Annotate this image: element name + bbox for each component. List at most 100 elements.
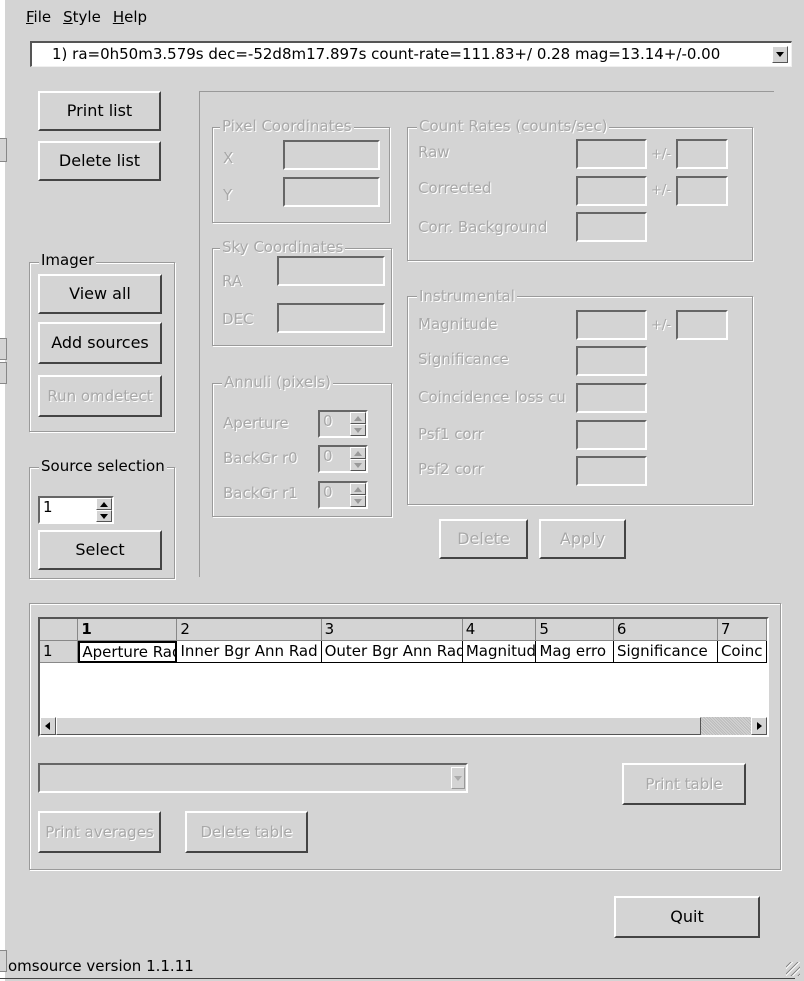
magnitude-pm-label: +/- [651, 318, 671, 333]
x-label: X [223, 149, 234, 167]
window-bottom-border [0, 978, 795, 979]
magnitude-label: Magnitude [418, 315, 498, 333]
scroll-right-icon[interactable] [751, 717, 767, 735]
menu-bar: File Style Help [26, 8, 147, 30]
dec-label: DEC [222, 310, 254, 328]
menu-style[interactable]: Style [63, 8, 101, 30]
bgr-r0-value: 0 [323, 447, 333, 465]
spin-down-icon[interactable] [96, 510, 112, 522]
column-header[interactable]: 3 [321, 619, 463, 641]
corr-background-label: Corr. Background [418, 218, 548, 236]
chevron-down-icon[interactable] [451, 767, 465, 789]
spin-down-icon[interactable] [350, 424, 366, 436]
bgr-r0-label: BackGr r0 [223, 449, 298, 467]
source-selection-spinbox[interactable]: 1 [38, 496, 114, 524]
y-field[interactable] [283, 177, 380, 207]
delete-table-button[interactable]: Delete table [185, 811, 308, 853]
corrected-label: Corrected [418, 179, 492, 197]
bgr-r1-spinbox[interactable]: 0 [318, 481, 368, 509]
psf1-corr-field[interactable] [576, 420, 647, 450]
table-header-row: 1 2 3 4 5 6 7 [40, 619, 767, 641]
results-table: 1 2 3 4 5 6 7 1 Aperture Rad Inner Bgr A… [38, 617, 769, 737]
corrected-field[interactable] [576, 176, 647, 206]
x-field[interactable] [283, 140, 380, 170]
edge-mark [0, 950, 7, 972]
spin-down-icon[interactable] [350, 459, 366, 471]
print-list-button[interactable]: Print list [38, 91, 161, 131]
table-selector-combo[interactable] [38, 763, 468, 793]
corrected-error-field[interactable] [676, 176, 728, 206]
spin-up-icon[interactable] [96, 498, 112, 510]
dec-field[interactable] [277, 303, 385, 333]
raw-field[interactable] [576, 139, 647, 169]
table-cell[interactable]: Mag erro [536, 641, 614, 663]
menu-help[interactable]: Help [113, 8, 147, 30]
instrumental-label: Instrumental [417, 287, 517, 305]
print-averages-button[interactable]: Print averages [38, 811, 161, 853]
add-sources-button[interactable]: Add sources [38, 322, 162, 364]
table-row: 1 Aperture Rad Inner Bgr Ann Rad Outer B… [40, 641, 767, 663]
column-header[interactable]: 6 [613, 619, 718, 641]
scroll-left-icon[interactable] [40, 717, 56, 735]
y-label: Y [223, 186, 233, 204]
column-header[interactable]: 4 [462, 619, 537, 641]
coincidence-loss-label: Coincidence loss cu [418, 388, 566, 406]
table-horizontal-scrollbar[interactable] [40, 717, 767, 735]
source-list-combo[interactable]: 1) ra=0h50m3.579s dec=-52d8m17.897s coun… [30, 41, 792, 67]
chevron-down-icon[interactable] [772, 46, 788, 63]
aperture-spinbox[interactable]: 0 [318, 410, 368, 438]
select-button[interactable]: Select [38, 530, 162, 570]
psf1-corr-label: Psf1 corr [418, 425, 484, 443]
column-header[interactable]: 5 [536, 619, 614, 641]
magnitude-error-field[interactable] [676, 310, 728, 340]
resize-grip-icon[interactable] [786, 962, 800, 976]
sky-coordinates-label: Sky Coordinates [220, 238, 346, 256]
aperture-label: Aperture [223, 414, 289, 432]
edge-mark [0, 362, 7, 384]
corr-background-field[interactable] [576, 212, 647, 242]
bgr-r1-label: BackGr r1 [223, 484, 298, 502]
spin-up-icon[interactable] [350, 483, 366, 495]
table-cell[interactable]: Significance [613, 641, 718, 663]
print-table-button[interactable]: Print table [622, 763, 746, 805]
table-cell[interactable]: Inner Bgr Ann Rad [177, 641, 322, 663]
raw-label: Raw [418, 143, 450, 161]
scrollbar-trough[interactable] [701, 717, 751, 735]
scrollbar-thumb[interactable] [56, 717, 701, 735]
aperture-value: 0 [323, 412, 333, 430]
magnitude-field[interactable] [576, 310, 647, 340]
table-cell-selected[interactable]: Aperture Rad [78, 641, 178, 663]
row-header[interactable]: 1 [40, 641, 79, 663]
column-header[interactable]: 1 [78, 619, 178, 641]
spin-up-icon[interactable] [350, 412, 366, 424]
run-omdetect-button[interactable]: Run omdetect [38, 375, 162, 417]
delete-button[interactable]: Delete [439, 519, 528, 559]
source-list-value: 1) ra=0h50m3.579s dec=-52d8m17.897s coun… [52, 45, 721, 63]
delete-list-button[interactable]: Delete list [38, 141, 161, 181]
column-header[interactable]: 2 [177, 619, 322, 641]
view-all-button[interactable]: View all [38, 274, 162, 314]
column-header[interactable]: 7 [717, 619, 767, 641]
ra-label: RA [222, 272, 243, 290]
significance-field[interactable] [576, 346, 647, 376]
edge-mark [0, 138, 7, 162]
bgr-r0-spinbox[interactable]: 0 [318, 445, 368, 473]
spin-up-icon[interactable] [350, 447, 366, 459]
menu-file[interactable]: File [26, 8, 51, 30]
table-cell[interactable]: Coinc [717, 641, 767, 663]
coincidence-loss-field[interactable] [576, 383, 647, 413]
raw-pm-label: +/- [651, 147, 671, 162]
table-cell[interactable]: Magnitud [462, 641, 537, 663]
quit-button[interactable]: Quit [614, 896, 760, 938]
panel-top-border [199, 91, 774, 92]
ra-field[interactable] [277, 256, 385, 286]
table-cell[interactable]: Outer Bgr Ann Rad [321, 641, 463, 663]
status-text: omsource version 1.1.11 [8, 957, 194, 975]
spin-down-icon[interactable] [350, 495, 366, 507]
panel-left-border [199, 91, 200, 577]
psf2-corr-field[interactable] [576, 456, 647, 486]
raw-error-field[interactable] [676, 139, 728, 169]
annuli-label: Annuli (pixels) [222, 373, 333, 391]
apply-button[interactable]: Apply [539, 519, 626, 559]
significance-label: Significance [418, 350, 509, 368]
